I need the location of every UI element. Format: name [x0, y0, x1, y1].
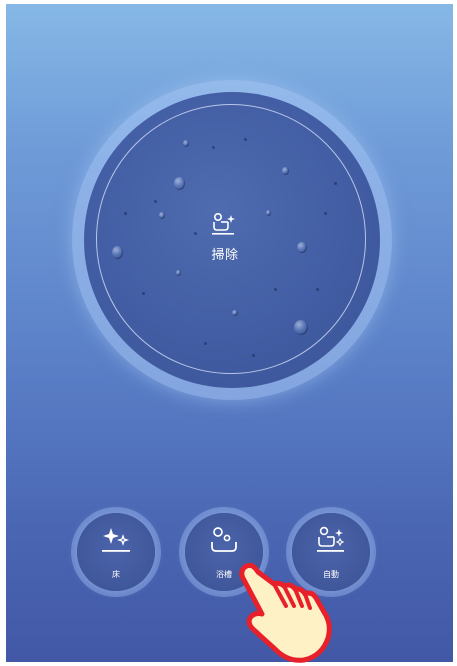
sparkle-floor-icon [102, 528, 130, 552]
floor-mode-label: 床 [112, 570, 120, 579]
bath-sparkle-icon [212, 212, 235, 235]
floor-mode-button[interactable]: 床 [77, 513, 155, 591]
bath-sparkle-icon [317, 526, 345, 552]
dial-inner-ring [96, 104, 366, 374]
dial-label: 掃除 [211, 248, 239, 263]
bathtub-icon [211, 527, 237, 552]
pointing-hand-icon [239, 562, 332, 663]
